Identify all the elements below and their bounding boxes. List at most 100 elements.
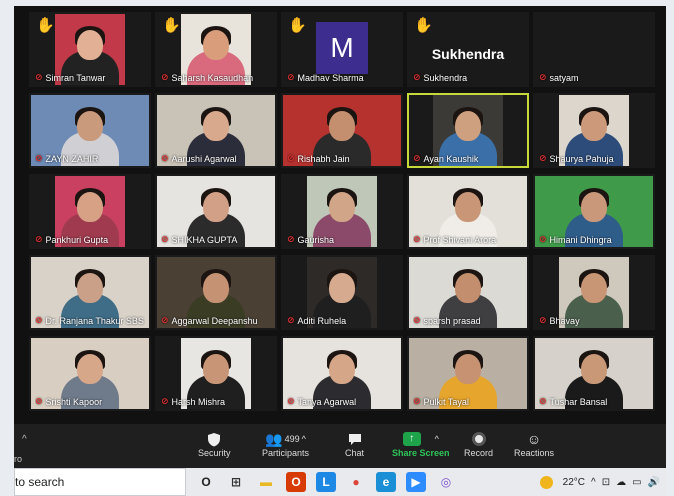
edge-icon[interactable]: e: [376, 472, 396, 492]
mic-muted-icon: ⊘: [413, 396, 421, 406]
participant-name-label: ⊘ Himani Dhingra: [539, 234, 651, 245]
mic-muted-icon: ⊘: [287, 234, 295, 244]
participant-name: ZAYN ZAHIR: [45, 153, 99, 164]
volume-icon[interactable]: 🔊: [648, 477, 660, 488]
participant-name: Bhavay: [549, 315, 580, 326]
office-icon[interactable]: O: [286, 472, 306, 492]
participant-name: Rishabh Jain: [297, 153, 350, 164]
participant-name-label: ⊘ Madhav Sharma: [287, 72, 399, 83]
participants-button[interactable]: 👥 499 ^ Participants: [262, 430, 309, 458]
participant-tile[interactable]: ⊘ satyam: [533, 12, 655, 87]
participant-name-label: ⊘ Tushar Bansal: [539, 396, 651, 407]
participant-tile[interactable]: ⊘ Aditi Ruhela: [281, 255, 403, 330]
mic-muted-icon: ⊘: [413, 234, 421, 244]
mic-muted-icon: ⊘: [413, 153, 421, 163]
participants-label: Participants: [262, 448, 310, 458]
participant-name: Prof Shivani Arora: [423, 234, 497, 245]
participant-display-name: Sukhendra: [431, 46, 505, 62]
toolbar-left-label[interactable]: ro: [14, 454, 22, 464]
participants-caret-icon[interactable]: ^: [302, 430, 306, 448]
participant-name-label: ⊘ Pulkit Tayal: [413, 396, 525, 407]
participant-name-label: ⊘ sparsh prasad: [413, 315, 525, 326]
participant-tile[interactable]: M ✋ ⊘ Madhav Sharma: [281, 12, 403, 87]
record-icon: [471, 432, 486, 446]
participant-name: satyam: [549, 72, 579, 83]
monitor-icon[interactable]: ▭: [632, 477, 641, 488]
participant-name: Tanya Agarwal: [297, 396, 357, 407]
participant-name-label: ⊘ Shaurya Pahuja: [539, 153, 651, 164]
share-screen-button[interactable]: ↑ ^ Share Screen: [392, 430, 450, 458]
mic-muted-icon: ⊘: [287, 153, 295, 163]
participant-name-label: ⊘ Rishabh Jain: [287, 153, 399, 164]
participant-tile[interactable]: ⊘ Aarushi Agarwal: [155, 93, 277, 168]
participant-tile[interactable]: ⊘ SHIKHA GUPTA: [155, 174, 277, 249]
participant-tile[interactable]: ⊘ ZAYN ZAHIR: [29, 93, 151, 168]
participant-tile[interactable]: ✋ ⊘ Saharsh Kasaudhan: [155, 12, 277, 87]
caret-up-icon[interactable]: ^: [22, 434, 27, 445]
raised-hand-icon: ✋: [162, 17, 181, 34]
participant-name-label: ⊘ Harsh Mishra: [161, 396, 273, 407]
participant-name-label: ⊘ Bhavay: [539, 315, 651, 326]
participant-tile[interactable]: ⊘ Pankhuri Gupta: [29, 174, 151, 249]
task-view-icon[interactable]: ⊞: [226, 472, 246, 492]
participant-name-label: ⊘ satyam: [539, 72, 651, 83]
raised-hand-icon: ✋: [414, 17, 433, 34]
record-button[interactable]: Record: [464, 430, 493, 458]
mic-muted-icon: ⊘: [35, 396, 43, 406]
participant-name: Pulkit Tayal: [423, 396, 469, 407]
participant-tile[interactable]: ✋ ⊘ Simran Tanwar: [29, 12, 151, 87]
participant-name: Tushar Bansal: [549, 396, 608, 407]
security-button[interactable]: Security: [198, 430, 231, 458]
file-explorer-icon[interactable]: ▬: [256, 472, 276, 492]
chrome-icon[interactable]: ●: [346, 472, 366, 492]
participant-tile[interactable]: ⊘ Dr. Ranjana Thakur SBS: [29, 255, 151, 330]
participant-tile[interactable]: ⊘ Shaurya Pahuja: [533, 93, 655, 168]
participant-tile[interactable]: ⊘ Rishabh Jain: [281, 93, 403, 168]
participant-tile[interactable]: ⊘ Ayan Kaushik: [407, 93, 529, 168]
meeting-toolbar: ^ ro Security 👥 499 ^ Participants Chat …: [14, 424, 666, 468]
participant-name-label: ⊘ Aarushi Agarwal: [161, 153, 273, 164]
participant-tile[interactable]: ⊘ Gaurisha: [281, 174, 403, 249]
mic-muted-icon: ⊘: [539, 72, 547, 82]
taskbar-search-box[interactable]: to search: [14, 468, 186, 496]
mic-muted-icon: ⊘: [287, 72, 295, 82]
search-text: to search: [15, 475, 65, 489]
participant-tile[interactable]: ⊘ Himani Dhingra: [533, 174, 655, 249]
chat-icon: [348, 430, 362, 448]
participant-name: Ayan Kaushik: [423, 153, 479, 164]
tray-caret-icon[interactable]: ^: [591, 477, 596, 488]
mic-muted-icon: ⊘: [413, 72, 421, 82]
participant-tile[interactable]: ⊘ Bhavay: [533, 255, 655, 330]
zoom-icon[interactable]: ▶: [406, 472, 426, 492]
network-icon[interactable]: ⊡: [602, 477, 610, 488]
participant-name: Aarushi Agarwal: [171, 153, 237, 164]
participant-tile[interactable]: ⊘ Tanya Agarwal: [281, 336, 403, 411]
cloud-icon[interactable]: ☁: [616, 477, 626, 488]
participant-name-label: ⊘ Srishti Kapoor: [35, 396, 147, 407]
participant-tile[interactable]: ⊘ Tushar Bansal: [533, 336, 655, 411]
participant-tile[interactable]: ⊘ Srishti Kapoor: [29, 336, 151, 411]
raised-hand-icon: ✋: [288, 17, 307, 34]
participant-tile[interactable]: Sukhendra ✋ ⊘ Sukhendra: [407, 12, 529, 87]
participant-tile[interactable]: ⊘ Aggarwal Deepanshu: [155, 255, 277, 330]
participant-name: SHIKHA GUPTA: [171, 234, 238, 245]
circle-icon[interactable]: O: [196, 472, 216, 492]
participant-name-label: ⊘ SHIKHA GUPTA: [161, 234, 273, 245]
participant-name-label: ⊘ Sukhendra: [413, 72, 525, 83]
participant-tile[interactable]: ⊘ Harsh Mishra: [155, 336, 277, 411]
mic-muted-icon: ⊘: [161, 72, 169, 82]
participant-name-label: ⊘ Gaurisha: [287, 234, 399, 245]
weather-text[interactable]: 22°C: [563, 477, 585, 488]
participant-tile[interactable]: ⊘ Prof Shivani Arora: [407, 174, 529, 249]
share-caret-icon[interactable]: ^: [435, 430, 439, 448]
chat-button[interactable]: Chat: [345, 430, 364, 458]
reactions-button[interactable]: ☺ Reactions: [514, 430, 554, 458]
app-purple-icon[interactable]: ◎: [436, 472, 456, 492]
app-l-icon[interactable]: L: [316, 472, 336, 492]
participant-tile[interactable]: ⊘ sparsh prasad: [407, 255, 529, 330]
windows-taskbar: to search O ⊞ ▬ O L ● e ▶ ◎ 22°C ^ ⊡ ☁ ▭ 🔊: [14, 468, 666, 496]
mic-muted-icon: ⊘: [35, 153, 43, 163]
participant-tile[interactable]: ⊘ Pulkit Tayal: [407, 336, 529, 411]
participant-name: Pankhuri Gupta: [45, 234, 109, 245]
taskbar-apps: O ⊞ ▬ O L ● e ▶ ◎: [186, 472, 456, 492]
